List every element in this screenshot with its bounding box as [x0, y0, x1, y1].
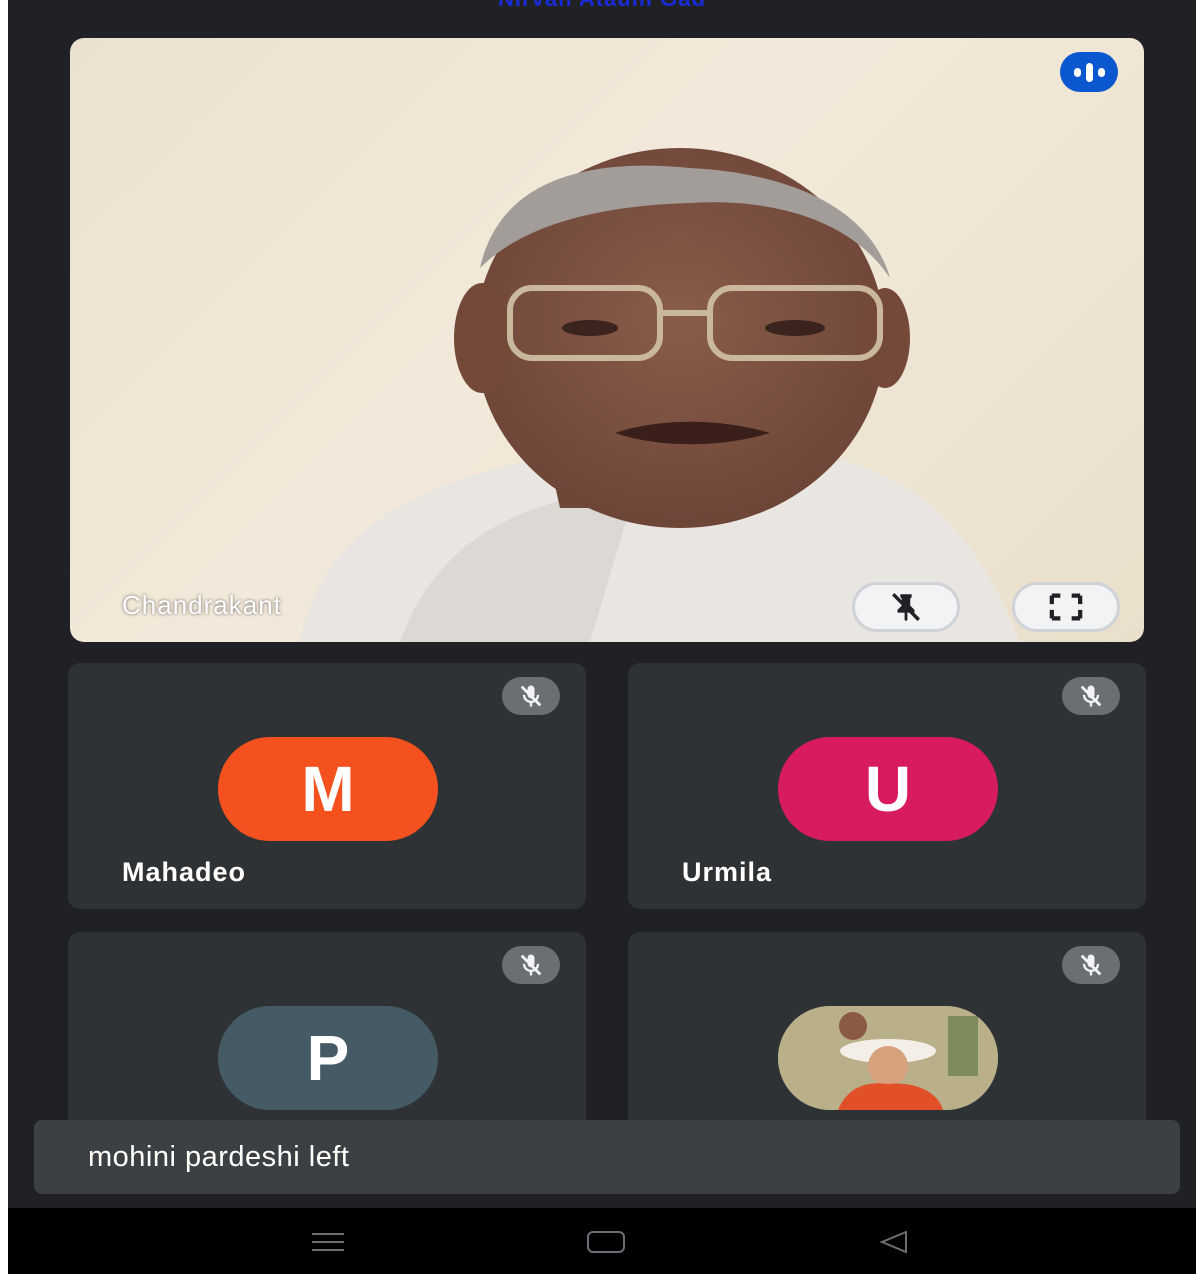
- participant-tile-p[interactable]: P: [68, 932, 586, 1142]
- avatar-photo: [778, 1006, 998, 1110]
- fullscreen-icon: [1049, 593, 1083, 621]
- muted-mic-icon: [502, 677, 560, 715]
- participant-name: Mahadeo: [122, 857, 247, 887]
- avatar: U: [778, 737, 998, 841]
- meeting-screen: Nirvan Ataulli Gad: [8, 0, 1196, 1274]
- participant-tile-mahadeo[interactable]: M Mahadeo: [68, 663, 586, 909]
- muted-mic-icon: [502, 946, 560, 984]
- system-navigation-bar: [8, 1208, 1196, 1274]
- back-icon: [879, 1230, 907, 1254]
- fullscreen-button[interactable]: [1012, 582, 1120, 632]
- toast-notification: mohini pardeshi left: [34, 1120, 1180, 1194]
- main-participant-name: Chandrakant: [122, 590, 282, 620]
- avatar-initial: P: [306, 1022, 350, 1094]
- muted-mic-icon: [1062, 946, 1120, 984]
- participant-tile-urmila[interactable]: U Urmila: [628, 663, 1146, 909]
- participant-video: [300, 148, 1020, 642]
- back-button[interactable]: [864, 1222, 924, 1262]
- avatar: M: [218, 737, 438, 841]
- home-icon: [587, 1231, 625, 1253]
- menu-icon: [312, 1233, 344, 1251]
- home-button[interactable]: [576, 1222, 636, 1262]
- avatar-initial: U: [864, 753, 912, 825]
- avatar: P: [218, 1006, 438, 1110]
- main-video-tile[interactable]: Chandrakant: [70, 38, 1144, 642]
- unpin-button[interactable]: [852, 582, 960, 632]
- toast-message: mohini pardeshi left: [88, 1140, 350, 1173]
- recent-apps-button[interactable]: [298, 1222, 358, 1262]
- unpin-icon: [892, 593, 920, 622]
- participant-name: Urmila: [682, 857, 773, 887]
- muted-mic-icon: [1062, 677, 1120, 715]
- top-caption: Nirvan Ataulli Gad: [8, 0, 1196, 11]
- audio-level-icon: [1060, 52, 1118, 92]
- avatar-initial: M: [301, 753, 355, 825]
- participant-tile-photo[interactable]: [628, 932, 1146, 1142]
